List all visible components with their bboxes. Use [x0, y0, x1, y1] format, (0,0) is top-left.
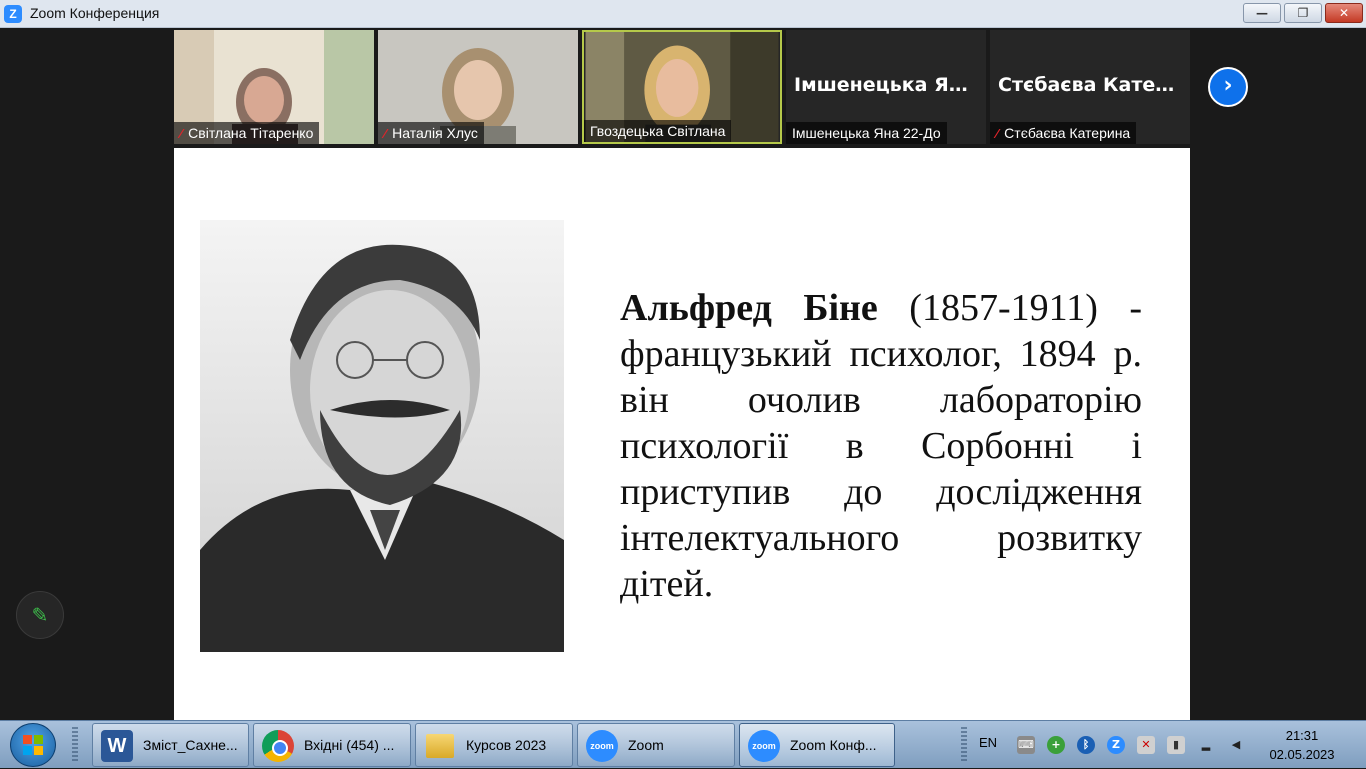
- taskbar-item-label: Вхідні (454) ...: [304, 737, 395, 753]
- taskbar-item-label: Zoom Конф...: [790, 737, 877, 753]
- slide-text: Альфред Біне (1857-1911) - французький п…: [620, 285, 1142, 607]
- zoom-icon: zoom: [586, 730, 618, 762]
- window-title: Zoom Конференция: [30, 5, 160, 21]
- muted-mic-icon: ⁄: [996, 126, 999, 141]
- clock[interactable]: 21:31 02.05.2023: [1257, 726, 1347, 764]
- zoom-app-icon: Z: [4, 5, 22, 23]
- meeting-area: ⁄ Світлана Тітаренко ⁄ Наталія Хлус Гвозде…: [0, 28, 1366, 720]
- taskbar-item-zoom[interactable]: zoom Zoom: [577, 723, 735, 767]
- taskbar-item-folder[interactable]: Курсов 2023: [415, 723, 573, 767]
- participant-name-label: Гвоздецька Світлана: [590, 123, 726, 139]
- clock-date: 02.05.2023: [1269, 747, 1335, 762]
- minimize-button[interactable]: —: [1243, 3, 1281, 23]
- taskbar-item-word[interactable]: W Зміст_Сахне...: [92, 723, 249, 767]
- word-icon: W: [101, 730, 133, 762]
- slide-name-bold: Альфред Біне: [620, 287, 878, 329]
- taskbar-item-label: Zoom: [628, 737, 664, 753]
- muted-mic-icon: ⁄: [180, 126, 183, 141]
- taskbar-item-label: Курсов 2023: [466, 737, 547, 753]
- taskbar-item-label: Зміст_Сахне...: [143, 737, 238, 753]
- participant-name: ⁄ Стєбаєва Катерина: [990, 122, 1137, 144]
- zoom-icon: zoom: [748, 730, 780, 762]
- portrait-image: [200, 220, 564, 652]
- participant-name: ⁄ Наталія Хлус: [378, 122, 484, 144]
- folder-icon: [426, 734, 454, 758]
- participant-name-label: Імшенецька Яна 22-До: [792, 125, 941, 141]
- participant-name: Імшенецька Яна 22-До: [786, 122, 947, 144]
- taskbar-grip[interactable]: [72, 727, 78, 763]
- bluetooth-icon[interactable]: ᛒ: [1077, 736, 1095, 754]
- action-center-icon[interactable]: ✕: [1137, 736, 1155, 754]
- chrome-icon: [262, 730, 294, 762]
- volume-icon[interactable]: ◀: [1227, 736, 1245, 754]
- participant-name-label: Світлана Тітаренко: [188, 125, 314, 141]
- zoom-tray-icon[interactable]: Z: [1107, 736, 1125, 754]
- participant-tile[interactable]: Імшенецька Ян... Імшенецька Яна 22-До: [786, 30, 986, 144]
- signal-icon[interactable]: ▂: [1197, 736, 1215, 754]
- participant-tile[interactable]: Стєбаєва Катер... ⁄ Стєбаєва Катерина: [990, 30, 1190, 144]
- title-bar: Z Zoom Конференция — ❐ ✕: [0, 0, 1366, 28]
- participant-name-label: Наталія Хлус: [392, 125, 478, 141]
- system-tray: EN ⌨ + ᛒ Z ✕ ▮ ▂ ◀ 21:31 02.05.2023: [961, 721, 1366, 769]
- participant-display-name: Стєбаєва Катер...: [998, 74, 1184, 96]
- participant-display-name: Імшенецька Ян...: [794, 74, 980, 96]
- windows-logo-icon: [23, 735, 43, 755]
- participant-tile[interactable]: ⁄ Наталія Хлус: [378, 30, 578, 144]
- annotate-pencil-icon[interactable]: ✎: [16, 591, 64, 639]
- participant-tile[interactable]: ⁄ Світлана Тітаренко: [174, 30, 374, 144]
- language-indicator[interactable]: EN: [979, 735, 997, 750]
- participant-name: Гвоздецька Світлана: [584, 120, 732, 142]
- usb-device-icon[interactable]: ▮: [1167, 736, 1185, 754]
- shared-screen-slide: Альфред Біне (1857-1911) - французький п…: [174, 148, 1190, 720]
- participant-name: ⁄ Світлана Тітаренко: [174, 122, 320, 144]
- active-speaker-tile[interactable]: Гвоздецька Світлана: [582, 30, 782, 144]
- tray-grip[interactable]: [961, 727, 967, 763]
- participant-strip: ⁄ Світлана Тітаренко ⁄ Наталія Хлус Гвозде…: [174, 30, 1190, 144]
- clock-time: 21:31: [1285, 728, 1319, 743]
- participant-name-label: Стєбаєва Катерина: [1004, 125, 1131, 141]
- keyboard-icon[interactable]: ⌨: [1017, 736, 1035, 754]
- taskbar-item-zoom-meeting[interactable]: zoom Zoom Конф...: [739, 723, 895, 767]
- slide-body: (1857-1911) - французький психолог, 1894…: [620, 287, 1142, 605]
- start-button[interactable]: [10, 723, 56, 767]
- close-button[interactable]: ✕: [1325, 3, 1363, 23]
- muted-mic-icon: ⁄: [384, 126, 387, 141]
- taskbar-item-chrome[interactable]: Вхідні (454) ...: [253, 723, 411, 767]
- maximize-button[interactable]: ❐: [1284, 3, 1322, 23]
- network-sync-icon[interactable]: +: [1047, 736, 1065, 754]
- next-page-button[interactable]: ›: [1208, 67, 1248, 107]
- taskbar: W Зміст_Сахне... Вхідні (454) ... Курсов…: [0, 720, 1366, 768]
